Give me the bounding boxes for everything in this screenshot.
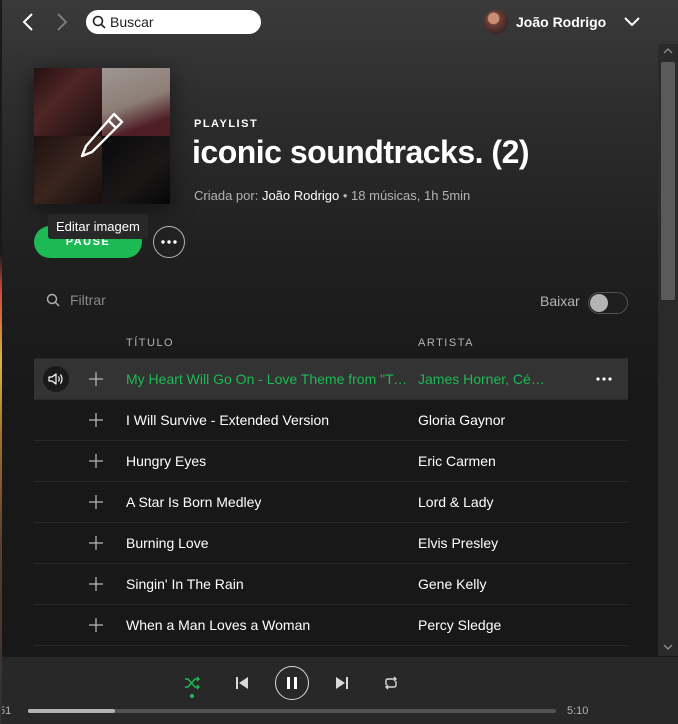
playlist-type-label: PLAYLIST [194, 118, 259, 130]
created-by-label: Criada por: [194, 188, 259, 203]
forward-button[interactable] [50, 10, 74, 34]
spotify-window: João Rodrigo PLAYLIST iconic soundtracks… [2, 0, 678, 724]
plus-icon [89, 372, 103, 386]
table-row[interactable]: My Heart Will Go On - Love Theme from "T… [34, 359, 628, 400]
track-title[interactable]: I Will Survive - Extended Version [126, 412, 408, 428]
track-artist[interactable]: Gene Kelly [418, 576, 546, 592]
plus-icon [89, 413, 103, 427]
add-to-library-button[interactable] [86, 410, 106, 430]
playlist-stats: • 18 músicas, 1h 5min [339, 188, 471, 203]
track-artist[interactable]: Elvis Presley [418, 535, 546, 551]
track-title[interactable]: Singin' In The Rain [126, 576, 408, 592]
shuffle-active-indicator [190, 694, 194, 698]
scrollbar[interactable] [658, 44, 678, 656]
pencil-icon [80, 112, 124, 158]
track-artist[interactable]: Eric Carmen [418, 453, 546, 469]
owner-link[interactable]: João Rodrigo [262, 188, 339, 203]
scroll-up-button[interactable] [662, 44, 674, 58]
add-to-library-button[interactable] [86, 533, 106, 553]
track-title[interactable]: Burning Love [126, 535, 408, 551]
track-artist[interactable]: Gloria Gaynor [418, 412, 546, 428]
filter-input[interactable] [70, 292, 230, 308]
table-row[interactable]: When a Man Loves a Woman Percy Sledge [34, 605, 628, 646]
pause-icon [287, 677, 297, 689]
total-time: 5:10 [567, 705, 589, 717]
back-button[interactable] [16, 10, 40, 34]
edit-image-overlay[interactable] [34, 68, 170, 204]
more-options-button[interactable] [153, 226, 185, 258]
shuffle-icon [185, 676, 200, 690]
repeat-button[interactable] [379, 671, 403, 695]
table-row[interactable]: Singin' In The Rain Gene Kelly [34, 564, 628, 605]
search-box[interactable] [86, 10, 261, 34]
add-to-library-button[interactable] [86, 615, 106, 635]
chevron-up-icon [663, 48, 673, 54]
playlist-meta: Criada por: João Rodrigo • 18 músicas, 1… [194, 188, 470, 203]
plus-icon [89, 454, 103, 468]
search-input[interactable] [110, 14, 250, 30]
column-header-title[interactable]: TÍTULO [126, 337, 174, 349]
more-icon [161, 240, 177, 244]
user-dropdown-button[interactable] [624, 14, 640, 32]
next-button[interactable] [330, 671, 354, 695]
search-icon [92, 15, 106, 29]
play-pause-button[interactable] [275, 666, 309, 700]
now-playing-button[interactable] [43, 366, 69, 392]
track-title[interactable]: A Star Is Born Medley [126, 494, 408, 510]
plus-icon [89, 618, 103, 632]
track-artist[interactable]: James Horner, Céline Dion [418, 371, 546, 387]
add-to-library-button[interactable] [86, 369, 106, 389]
player-bar: :51 5:10 [2, 656, 678, 724]
next-icon [336, 677, 348, 689]
user-menu[interactable]: João Rodrigo [484, 10, 606, 34]
speaker-icon [48, 373, 63, 385]
table-row[interactable]: I Will Survive - Extended Version Gloria… [34, 400, 628, 441]
add-to-library-button[interactable] [86, 574, 106, 594]
page-title: iconic soundtracks. (2) [192, 134, 530, 170]
elapsed-time: :51 [2, 705, 12, 717]
add-to-library-button[interactable] [86, 492, 106, 512]
progress-bar[interactable] [28, 709, 556, 713]
shuffle-button[interactable] [180, 671, 204, 695]
add-to-library-button[interactable] [86, 451, 106, 471]
filter-box[interactable] [46, 292, 230, 308]
table-row[interactable]: A Star Is Born Medley Lord & Lady [34, 482, 628, 523]
track-artist[interactable]: Percy Sledge [418, 617, 546, 633]
download-toggle[interactable] [588, 292, 628, 314]
avatar[interactable] [484, 10, 508, 34]
plus-icon [89, 495, 103, 509]
column-header-artist[interactable]: ARTISTA [418, 337, 474, 349]
forward-arrow-icon [57, 13, 68, 31]
chevron-down-icon [624, 17, 640, 27]
track-title[interactable]: Hungry Eyes [126, 453, 408, 469]
track-title[interactable]: My Heart Will Go On - Love Theme from "T… [126, 371, 408, 387]
more-icon [596, 377, 612, 381]
user-name[interactable]: João Rodrigo [516, 14, 606, 30]
previous-icon [236, 677, 248, 689]
track-more-button[interactable] [592, 369, 616, 389]
chevron-down-small-icon [663, 644, 673, 650]
scroll-down-button[interactable] [662, 640, 674, 654]
previous-button[interactable] [230, 671, 254, 695]
top-bar: João Rodrigo [2, 0, 658, 44]
plus-icon [89, 577, 103, 591]
plus-icon [89, 536, 103, 550]
table-row[interactable]: Hungry Eyes Eric Carmen [34, 441, 628, 482]
track-artist[interactable]: Lord & Lady [418, 494, 546, 510]
scroll-thumb[interactable] [661, 62, 675, 300]
search-icon [46, 293, 60, 307]
download-label: Baixar [540, 293, 580, 309]
back-arrow-icon [22, 13, 33, 31]
track-list: My Heart Will Go On - Love Theme from "T… [34, 359, 628, 646]
repeat-icon [385, 676, 397, 690]
edit-image-tooltip: Editar imagem [48, 214, 148, 239]
toggle-knob [590, 294, 608, 312]
track-title[interactable]: When a Man Loves a Woman [126, 617, 408, 633]
progress-fill [28, 709, 116, 713]
table-row[interactable]: Burning Love Elvis Presley [34, 523, 628, 564]
